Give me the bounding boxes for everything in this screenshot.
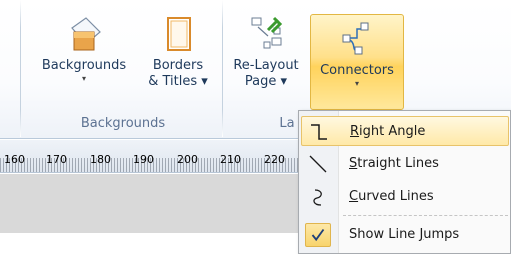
menu-item-label: Show Line Jumps (349, 227, 460, 242)
group-separator (222, 0, 223, 137)
borders-titles-icon (167, 17, 191, 51)
checkmark-icon (305, 223, 331, 247)
ruler-label: 210 (220, 153, 241, 166)
menu-item-curved-lines[interactable]: Curved Lines (301, 182, 509, 212)
chevron-down-icon: ▾ (354, 79, 359, 88)
relayout-label-line1: Re-Layout (233, 58, 299, 73)
menu-separator (343, 215, 508, 216)
menu-item-label: Straight Lines (349, 156, 439, 171)
ruler-label: 170 (46, 153, 67, 166)
straight-line-connector-icon (309, 155, 327, 173)
menu-item-right-angle[interactable]: Right Angle (301, 116, 509, 146)
chevron-down-icon: ▾ (81, 74, 86, 83)
menu-item-show-line-jumps[interactable]: Show Line Jumps (301, 220, 509, 250)
right-angle-connector-icon (311, 124, 327, 140)
ruler-label: 180 (90, 153, 111, 166)
ruler-label: 160 (4, 153, 25, 166)
ruler-label: 200 (177, 153, 198, 166)
curved-line-connector-icon (313, 189, 322, 206)
drawing-canvas[interactable] (0, 174, 300, 233)
connectors-icon (342, 22, 369, 55)
backgrounds-button[interactable]: Backgrounds ▾ (28, 8, 140, 108)
menu-item-label: Right Angle (350, 124, 426, 139)
connectors-button[interactable]: Connectors ▾ (310, 14, 404, 110)
borders-label-line1: Borders (152, 58, 204, 73)
relayout-label-line2: Page ▾ (244, 74, 288, 89)
connectors-menu: Right Angle Straight Lines Curved Lines … (298, 110, 511, 254)
backgrounds-icon (71, 17, 101, 51)
ruler-label: 220 (264, 153, 285, 166)
ruler-label: 190 (133, 153, 154, 166)
group-label-backgrounds: Backgrounds (80, 116, 166, 131)
borders-titles-button[interactable]: Borders & Titles ▾ (142, 8, 214, 108)
backgrounds-label: Backgrounds (41, 58, 127, 73)
menu-item-label: Curved Lines (349, 189, 434, 204)
borders-label-line2: & Titles ▾ (148, 74, 208, 89)
relayout-page-icon (251, 16, 283, 49)
group-separator (20, 0, 21, 137)
connectors-label: Connectors (320, 63, 394, 78)
menu-item-straight-lines[interactable]: Straight Lines (301, 149, 509, 179)
relayout-page-button[interactable]: Re-Layout Page ▾ (228, 8, 304, 108)
